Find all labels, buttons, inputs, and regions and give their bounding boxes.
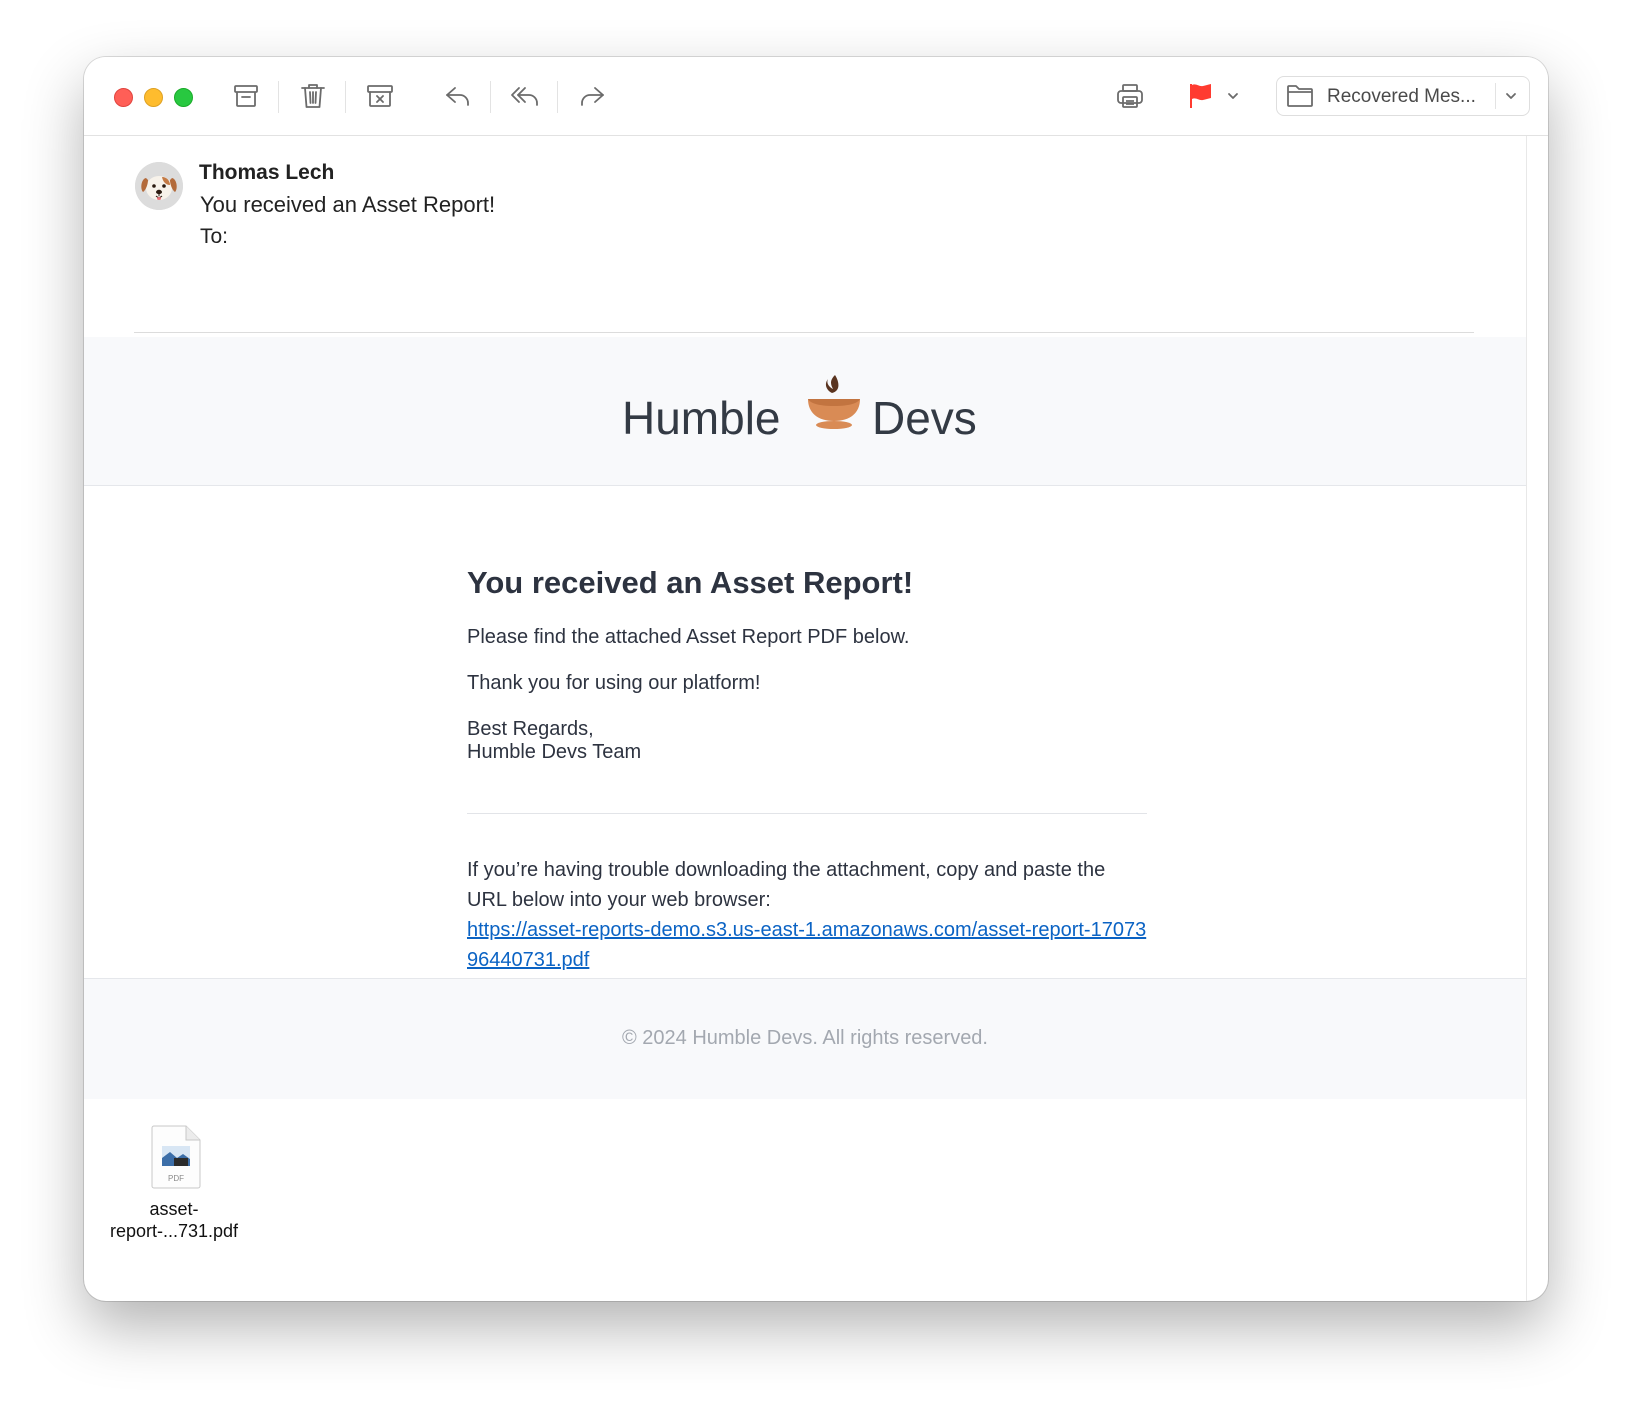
zoom-window-button[interactable] (174, 88, 193, 107)
sender-avatar (135, 162, 183, 210)
recipient-label: To: (200, 225, 229, 248)
attachment-filename-line2: report-...731.pdf (109, 1221, 239, 1241)
print-button[interactable] (1108, 75, 1152, 117)
flag-icon (1190, 84, 1211, 108)
attachment-filename-line1: asset- (149, 1199, 199, 1219)
mail-window: Recovered Mes... Thomas Lech You receive… (84, 57, 1548, 1301)
toolbar-separator (557, 81, 558, 113)
reply-all-icon (511, 87, 538, 106)
email-banner: Humble Devs (84, 337, 1526, 486)
toolbar: Recovered Mes... (84, 57, 1548, 136)
download-help-text: If you’re having trouble downloading the… (467, 859, 1106, 911)
coffee-cup-icon (808, 375, 860, 429)
attachment-filename: asset- report-...731.pdf (94, 1198, 254, 1242)
flag-menu-button[interactable] (1218, 75, 1248, 117)
email-paragraph: Please find the attached Asset Report PD… (467, 626, 910, 648)
brand-word-right: Devs (872, 392, 977, 444)
pdf-badge: PDF (168, 1174, 184, 1183)
toolbar-separator (490, 81, 491, 113)
minimize-window-button[interactable] (144, 88, 163, 107)
pdf-file-icon: PDF (151, 1125, 201, 1189)
content-divider (467, 813, 1147, 814)
brand-word-left: Humble (622, 392, 781, 444)
scroll-area-edge (1526, 136, 1527, 1301)
forward-icon (581, 87, 604, 106)
trash-icon (301, 84, 325, 108)
header-divider (134, 332, 1474, 333)
junk-button[interactable] (358, 75, 402, 117)
attachment-item[interactable]: PDF asset- report-...731.pdf (94, 1118, 254, 1248)
delete-button[interactable] (291, 75, 335, 117)
email-paragraph: Thank you for using our platform! (467, 672, 761, 694)
reply-icon (446, 87, 469, 106)
email-signature: Humble Devs Team (467, 741, 642, 763)
folder-icon (1287, 85, 1313, 107)
brand-logo: Humble Devs (622, 365, 988, 455)
toolbar-separator (345, 81, 346, 113)
mailbox-divider (1495, 83, 1496, 109)
reply-button[interactable] (436, 75, 480, 117)
copyright-text: © 2024 Humble Devs. All rights reserved. (621, 1027, 988, 1049)
archive-button[interactable] (224, 75, 268, 117)
forward-button[interactable] (570, 75, 614, 117)
chevron-down-icon (1228, 93, 1238, 99)
download-help: If you’re having trouble downloading the… (467, 855, 1147, 975)
email-footer: © 2024 Humble Devs. All rights reserved. (84, 978, 1526, 1099)
message-header: Thomas Lech You received an Asset Report… (84, 136, 1526, 334)
move-to-mailbox-button[interactable]: Recovered Mes... (1276, 76, 1530, 116)
sender-name: Thomas Lech (199, 161, 335, 184)
chevron-down-icon[interactable] (1503, 88, 1519, 104)
flag-button[interactable] (1178, 75, 1222, 117)
toolbar-separator (278, 81, 279, 113)
email-signoff: Best Regards, (467, 718, 594, 740)
dog-face-icon (135, 162, 183, 210)
junk-icon (367, 85, 393, 107)
mailbox-label: Recovered Mes... (1327, 86, 1476, 107)
archive-icon (234, 85, 258, 107)
reply-all-button[interactable] (503, 75, 547, 117)
report-url-link[interactable]: https://asset-reports-demo.s3.us-east-1.… (467, 919, 1146, 971)
email-heading: You received an Asset Report! (467, 565, 914, 600)
message-subject: You received an Asset Report! (200, 192, 496, 217)
close-window-button[interactable] (114, 88, 133, 107)
print-icon (1117, 84, 1143, 108)
